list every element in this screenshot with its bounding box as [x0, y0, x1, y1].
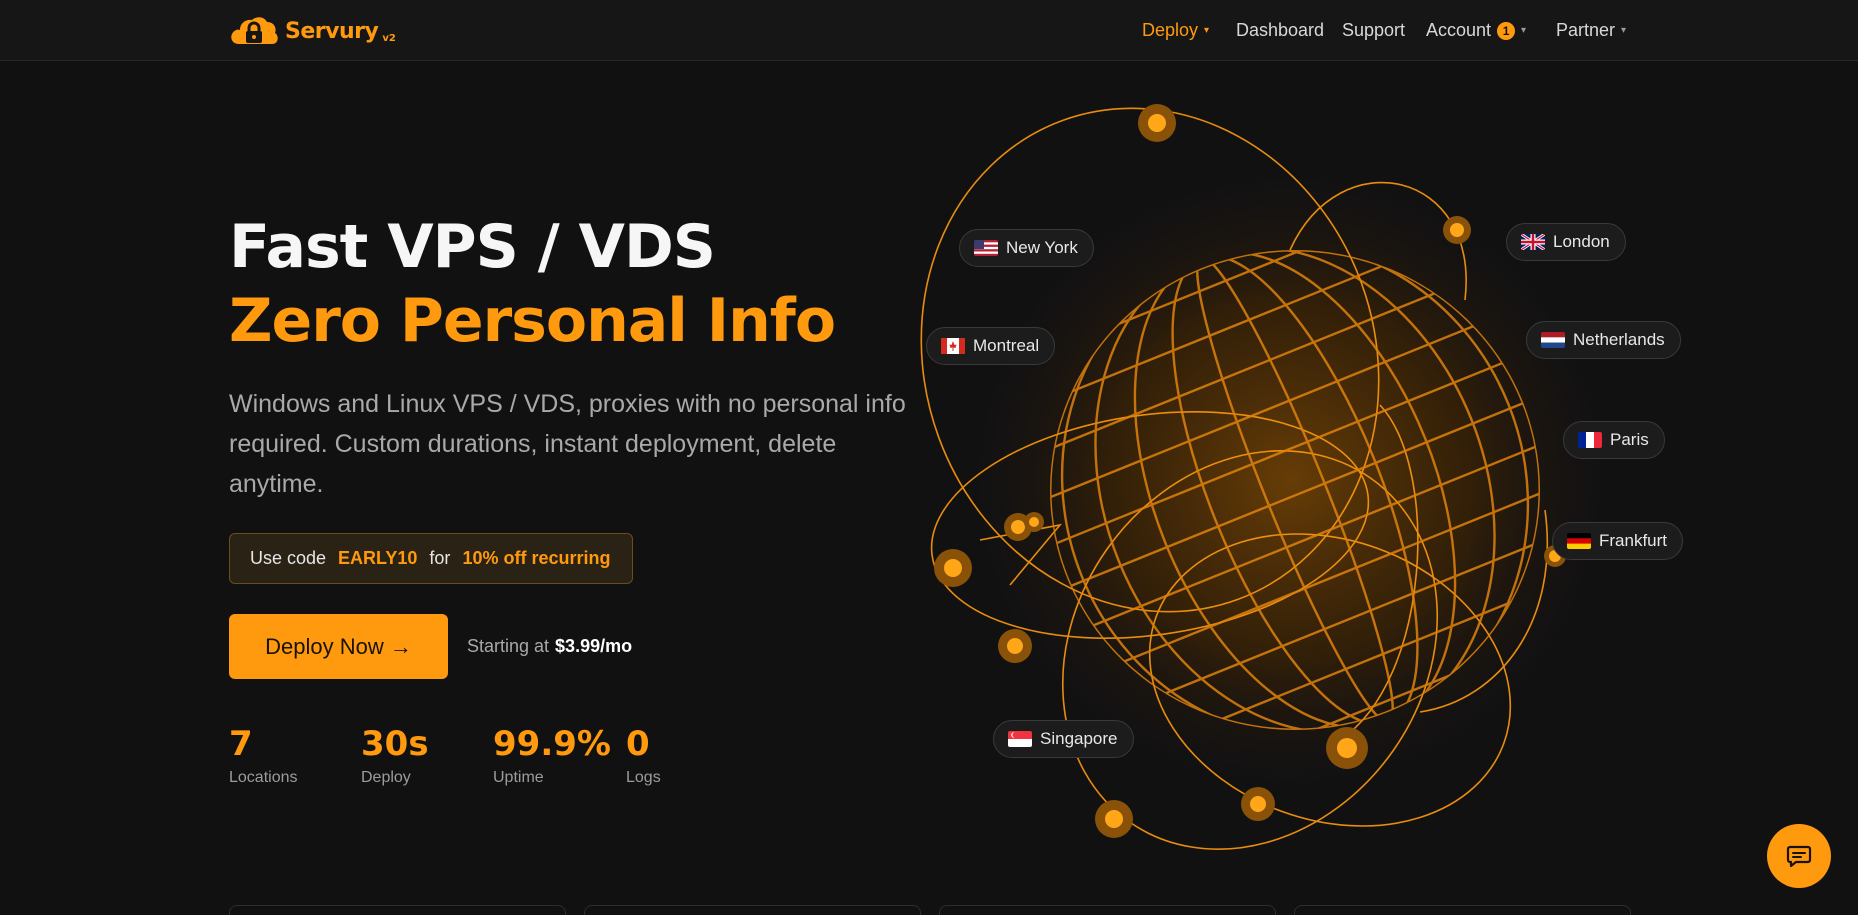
- nl-flag-icon: [1541, 332, 1565, 348]
- location-name: Paris: [1610, 430, 1649, 449]
- location-name: Netherlands: [1573, 330, 1665, 349]
- location-pill-frankfurt[interactable]: Frankfurt: [1552, 522, 1684, 560]
- location-name: Montreal: [973, 336, 1040, 355]
- chat-bubble-icon: [1786, 845, 1812, 868]
- location-name: Frankfurt: [1599, 531, 1668, 550]
- location-pill-netherlands[interactable]: Netherlands: [1526, 321, 1681, 359]
- chat-button[interactable]: [1767, 824, 1831, 888]
- fr-flag-icon: [1578, 432, 1602, 448]
- location-pill-paris[interactable]: Paris: [1563, 421, 1665, 459]
- location-name: New York: [1006, 238, 1078, 257]
- location-pill-singapore[interactable]: Singapore: [993, 720, 1134, 758]
- location-pill-new-york[interactable]: New York: [959, 229, 1094, 267]
- ca-flag-icon: [941, 338, 965, 354]
- location-name: London: [1553, 232, 1610, 251]
- feature-card: [939, 905, 1276, 915]
- uk-flag-icon: [1521, 234, 1545, 250]
- location-pill-montreal[interactable]: Montreal: [926, 327, 1056, 365]
- feature-card: [584, 905, 921, 915]
- feature-card: [1294, 905, 1631, 915]
- feature-card: [229, 905, 566, 915]
- sg-flag-icon: [1008, 731, 1032, 747]
- location-name: Singapore: [1040, 729, 1118, 748]
- location-pill-london[interactable]: London: [1506, 223, 1626, 261]
- us-flag-icon: [974, 240, 998, 256]
- de-flag-icon: [1567, 533, 1591, 549]
